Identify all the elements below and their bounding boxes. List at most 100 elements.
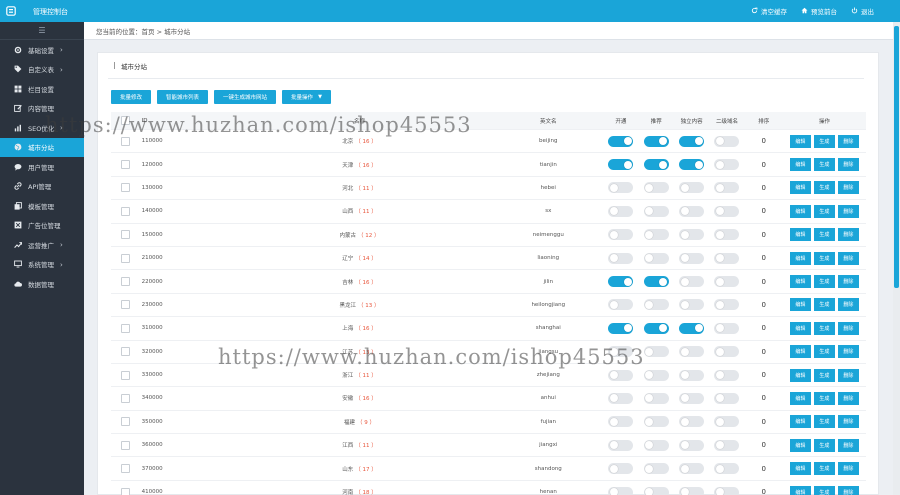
city-name[interactable]: 浙江 <box>342 373 353 379</box>
cell-sort[interactable]: 0 <box>745 394 783 402</box>
recommend-toggle[interactable] <box>643 322 669 334</box>
independent-toggle[interactable] <box>679 416 705 428</box>
edit-button[interactable]: 编辑 <box>789 391 811 405</box>
independent-toggle[interactable] <box>679 159 705 171</box>
delete-button[interactable]: 删除 <box>837 438 859 452</box>
edit-button[interactable]: 编辑 <box>789 345 811 359</box>
independent-toggle[interactable] <box>679 463 705 475</box>
cell-sort[interactable]: 0 <box>745 254 783 262</box>
logo-icon[interactable] <box>0 0 22 22</box>
delete-button[interactable]: 删除 <box>837 415 859 429</box>
row-checkbox[interactable] <box>120 370 130 380</box>
independent-toggle[interactable] <box>679 346 705 358</box>
recommend-toggle[interactable] <box>643 252 669 264</box>
independent-toggle[interactable] <box>679 322 705 334</box>
sidebar-item-globe[interactable]: 城市分站 <box>0 137 84 157</box>
subdomain-toggle[interactable] <box>714 276 740 288</box>
generate-button[interactable]: 生成 <box>813 368 835 382</box>
recommend-toggle[interactable] <box>643 135 669 147</box>
preview-site-button[interactable]: 预览前台 <box>801 6 837 16</box>
delete-button[interactable]: 删除 <box>837 391 859 405</box>
edit-button[interactable]: 编辑 <box>789 462 811 476</box>
generate-button[interactable]: 生成 <box>813 204 835 218</box>
sidebar-toggle[interactable]: ☰ <box>0 22 84 40</box>
row-checkbox[interactable] <box>120 393 130 403</box>
open-toggle[interactable] <box>608 463 634 475</box>
row-checkbox[interactable] <box>120 160 130 170</box>
open-toggle[interactable] <box>608 276 634 288</box>
sidebar-item-ad[interactable]: 广告位管理 <box>0 216 84 236</box>
batch-actions-dropdown[interactable]: 批量操作 ▼ <box>282 90 331 104</box>
city-name[interactable]: 内蒙古 <box>340 233 357 239</box>
cell-sort[interactable]: 0 <box>745 278 783 286</box>
row-checkbox[interactable] <box>120 487 130 495</box>
city-name[interactable]: 福建 <box>344 420 355 426</box>
city-name[interactable]: 吉林 <box>342 280 353 286</box>
recommend-toggle[interactable] <box>643 439 669 451</box>
sidebar-item-gear[interactable]: 基础设置 › <box>0 40 84 60</box>
open-toggle[interactable] <box>608 392 634 404</box>
subdomain-toggle[interactable] <box>714 299 740 311</box>
cell-sort[interactable]: 0 <box>745 465 783 473</box>
generate-button[interactable]: 生成 <box>813 228 835 242</box>
row-checkbox[interactable] <box>120 300 130 310</box>
subdomain-toggle[interactable] <box>714 486 740 495</box>
open-toggle[interactable] <box>608 229 634 241</box>
delete-button[interactable]: 删除 <box>837 181 859 195</box>
cell-sort[interactable]: 0 <box>745 231 783 239</box>
open-toggle[interactable] <box>608 439 634 451</box>
independent-toggle[interactable] <box>679 205 705 217</box>
sidebar-item-copy[interactable]: 模板管理 <box>0 196 84 216</box>
cell-sort[interactable]: 0 <box>745 371 783 379</box>
city-name[interactable]: 江西 <box>342 443 353 449</box>
sidebar-item-cloud[interactable]: 数据管理 <box>0 274 84 294</box>
subdomain-toggle[interactable] <box>714 322 740 334</box>
cell-sort[interactable]: 0 <box>745 418 783 426</box>
independent-toggle[interactable] <box>679 486 705 495</box>
subdomain-toggle[interactable] <box>714 392 740 404</box>
delete-button[interactable]: 删除 <box>837 134 859 148</box>
subdomain-toggle[interactable] <box>714 205 740 217</box>
city-name[interactable]: 黑龙江 <box>340 303 357 309</box>
row-checkbox[interactable] <box>120 230 130 240</box>
sidebar-item-grid[interactable]: 栏目设置 <box>0 79 84 99</box>
subdomain-toggle[interactable] <box>714 463 740 475</box>
independent-toggle[interactable] <box>679 182 705 194</box>
sidebar-item-share[interactable]: 运营推广 › <box>0 235 84 255</box>
recommend-toggle[interactable] <box>643 299 669 311</box>
generate-button[interactable]: 生成 <box>813 251 835 265</box>
generate-button[interactable]: 生成 <box>813 415 835 429</box>
subdomain-toggle[interactable] <box>714 439 740 451</box>
subdomain-toggle[interactable] <box>714 135 740 147</box>
scrollbar-thumb[interactable] <box>894 26 899 288</box>
generate-city-sites-button[interactable]: 一键生成城市网站 <box>214 90 277 104</box>
independent-toggle[interactable] <box>679 276 705 288</box>
generate-button[interactable]: 生成 <box>813 485 835 495</box>
sidebar-item-tag[interactable]: 自定义表 › <box>0 60 84 80</box>
smart-city-list-button[interactable]: 智能城市列表 <box>157 90 209 104</box>
independent-toggle[interactable] <box>679 229 705 241</box>
edit-button[interactable]: 编辑 <box>789 158 811 172</box>
edit-button[interactable]: 编辑 <box>789 485 811 495</box>
recommend-toggle[interactable] <box>643 463 669 475</box>
city-name[interactable]: 辽宁 <box>342 256 353 262</box>
generate-button[interactable]: 生成 <box>813 438 835 452</box>
generate-button[interactable]: 生成 <box>813 134 835 148</box>
sidebar-item-monitor[interactable]: 系统管理 › <box>0 255 84 275</box>
edit-button[interactable]: 编辑 <box>789 415 811 429</box>
row-checkbox[interactable] <box>120 253 130 263</box>
open-toggle[interactable] <box>608 135 634 147</box>
cell-sort[interactable]: 0 <box>745 184 783 192</box>
city-name[interactable]: 河南 <box>342 490 353 495</box>
cell-sort[interactable]: 0 <box>745 441 783 449</box>
recommend-toggle[interactable] <box>643 159 669 171</box>
delete-button[interactable]: 删除 <box>837 158 859 172</box>
delete-button[interactable]: 删除 <box>837 298 859 312</box>
edit-button[interactable]: 编辑 <box>789 181 811 195</box>
subdomain-toggle[interactable] <box>714 182 740 194</box>
recommend-toggle[interactable] <box>643 392 669 404</box>
city-name[interactable]: 山西 <box>342 209 353 215</box>
cell-sort[interactable]: 0 <box>745 207 783 215</box>
delete-button[interactable]: 删除 <box>837 368 859 382</box>
subdomain-toggle[interactable] <box>714 229 740 241</box>
